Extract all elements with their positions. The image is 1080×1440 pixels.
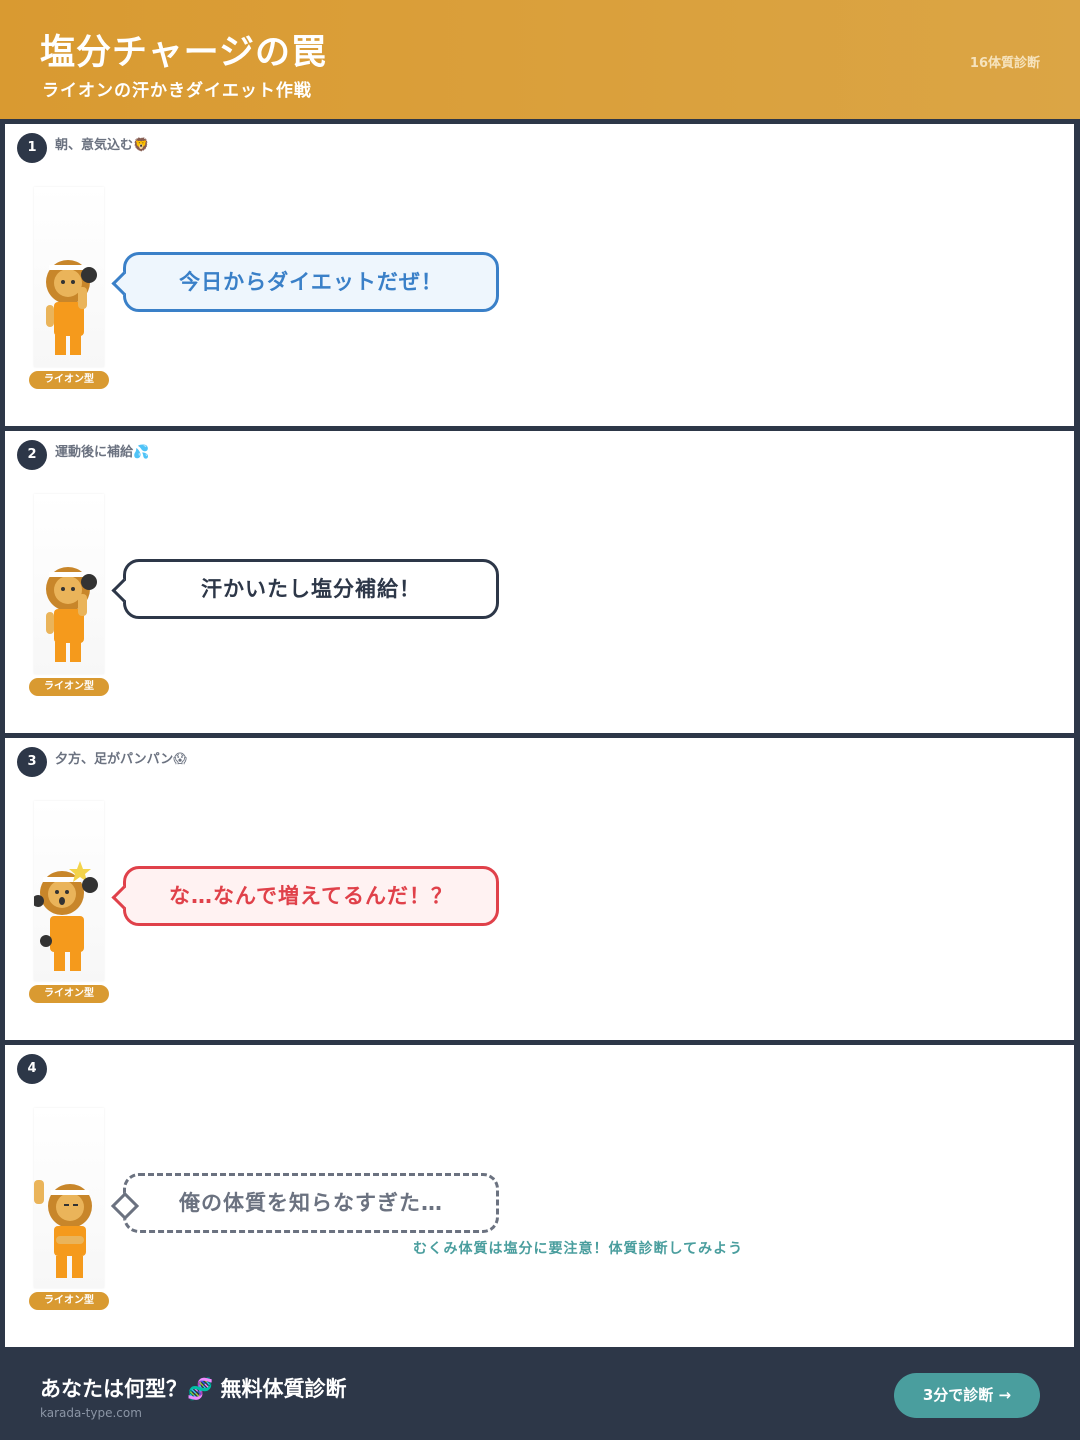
- panel-number: 2: [17, 440, 47, 470]
- comic-panel-2: 2 運動後に補給💦 ライオン型 汗かいたし塩分補給！: [5, 431, 1074, 733]
- speech-text: 汗かいたし塩分補給！: [201, 577, 421, 601]
- diagnose-button[interactable]: 3分で診断 →: [894, 1373, 1040, 1418]
- bubble-tail: [111, 885, 136, 910]
- panel-number: 1: [17, 133, 47, 163]
- page-title: 塩分チャージの罠: [40, 33, 327, 73]
- diagnosis-hint: むくみ体質は塩分に要注意！体質診断してみよう: [413, 1241, 744, 1257]
- bubble-tail: [111, 578, 136, 603]
- comic-panel-3: 3 夕方、足がパンパン😱 ライオン型 な…なんで増えてるんだ！？: [5, 738, 1074, 1040]
- type-badge: ライオン型: [29, 1292, 109, 1310]
- panel-caption: 運動後に補給💦: [55, 445, 150, 460]
- lion-character: [34, 1108, 104, 1288]
- lion-surprised-illustration: [34, 861, 98, 971]
- speech-text: な…なんで増えてるんだ！？: [169, 884, 453, 908]
- lion-workout-illustration: [46, 567, 97, 662]
- comic-panel-1: 1 朝、意気込む🦁 ライオン型 今日からダイエットだぜ！: [5, 124, 1074, 426]
- speech-bubble: 俺の体質を知らなすぎた…: [110, 1173, 499, 1233]
- bubble-tail: [110, 1191, 140, 1221]
- panel-number: 4: [17, 1054, 47, 1084]
- brand-label[interactable]: 16体質診断: [970, 52, 1040, 71]
- comic-panel-4: 4 ライオン型 俺の体質を知らなすぎた… むくみ体質は塩分に要注意！体質診断して…: [5, 1045, 1074, 1347]
- speech-bubble: 今日からダイエットだぜ！: [111, 252, 499, 312]
- type-badge: ライオン型: [29, 678, 109, 696]
- lion-character: [34, 494, 104, 674]
- speech-bubble: な…なんで増えてるんだ！？: [111, 866, 499, 926]
- footer-title: あなたは何型？🧬 無料体質診断: [40, 1377, 347, 1401]
- speech-text: 俺の体質を知らなすぎた…: [179, 1191, 443, 1215]
- bubble-tail: [111, 271, 136, 296]
- type-badge: ライオン型: [29, 371, 109, 389]
- lion-thinking-illustration: [34, 1180, 92, 1278]
- panel-caption: 夕方、足がパンパン😱: [55, 752, 187, 767]
- type-badge: ライオン型: [29, 985, 109, 1003]
- speech-bubble: 汗かいたし塩分補給！: [111, 559, 499, 619]
- lion-workout-illustration: [46, 260, 97, 355]
- lion-character: [34, 801, 104, 981]
- footer-url[interactable]: karada-type.com: [40, 1406, 142, 1420]
- page-subtitle: ライオンの汗かきダイエット作戦: [42, 81, 312, 101]
- lion-character: [34, 187, 104, 367]
- panel-number: 3: [17, 747, 47, 777]
- header: 塩分チャージの罠 ライオンの汗かきダイエット作戦 16体質診断: [0, 0, 1080, 119]
- speech-text: 今日からダイエットだぜ！: [179, 270, 443, 294]
- panel-caption: 朝、意気込む🦁: [55, 138, 150, 153]
